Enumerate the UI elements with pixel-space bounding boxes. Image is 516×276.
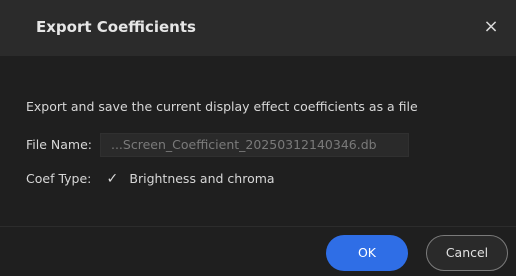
ok-button[interactable]: OK [326,235,408,271]
coef-type-option[interactable]: ✓ Brightness and chroma [105,171,275,187]
cancel-button-label: Cancel [445,245,489,260]
file-name-value: ...Screen_Coefficient_20250312140346.db [110,137,377,152]
dialog-title: Export Coefficients [36,18,196,36]
checkmark-glyph: ✓ [106,171,119,187]
dialog-description: Export and save the current display effe… [26,99,418,114]
close-icon[interactable]: × [478,14,504,40]
close-glyph: × [483,16,499,37]
dialog-body: Export and save the current display effe… [0,56,516,226]
coef-option-label: Brightness and chroma [129,171,275,186]
cancel-button[interactable]: Cancel [426,235,508,271]
ok-button-label: OK [357,245,377,260]
export-coefficients-dialog: Export Coefficients × Export and save th… [0,0,516,276]
checkbox-checked-icon[interactable]: ✓ [105,172,119,186]
file-name-field[interactable]: ...Screen_Coefficient_20250312140346.db [99,133,409,157]
file-name-row: File Name: ...Screen_Coefficient_2025031… [26,132,409,158]
file-name-label: File Name: [26,137,92,152]
coef-type-row: Coef Type: ✓ Brightness and chroma [26,166,275,192]
dialog-titlebar: Export Coefficients × [0,0,516,57]
dialog-footer: OK Cancel [0,226,516,276]
coef-type-label: Coef Type: [26,171,92,186]
